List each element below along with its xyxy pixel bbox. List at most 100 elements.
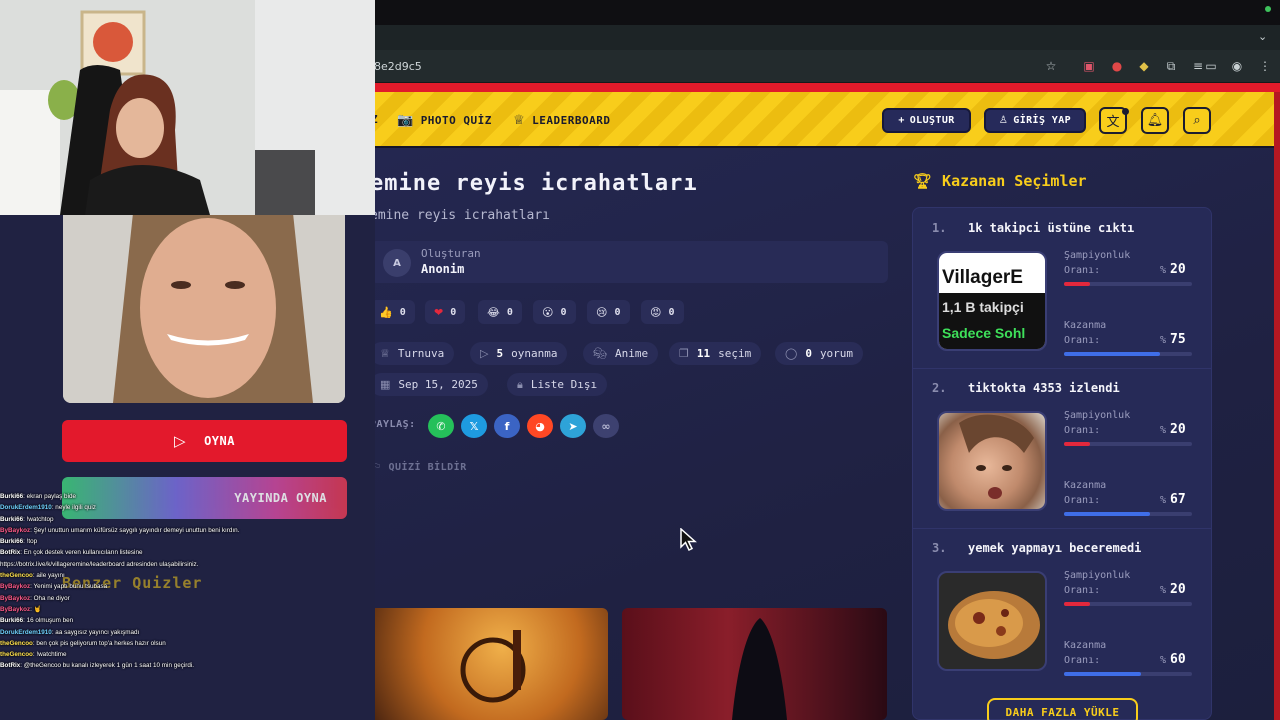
reading-list-icon[interactable]: ▭	[1203, 58, 1219, 74]
reaction-count: 0	[614, 306, 621, 318]
load-more-button[interactable]: DAHA FAZLA YÜKLE	[987, 698, 1138, 720]
tab-search-icon[interactable]: ⌄	[1258, 30, 1267, 43]
extension-icon[interactable]: ◆	[1136, 58, 1152, 74]
play-icon: ▷	[480, 347, 489, 360]
reaction-like-button[interactable]: 👍 0	[370, 300, 415, 324]
quiz-cover-image	[63, 213, 345, 403]
site-header	[375, 92, 1274, 148]
heart-icon: ❤	[434, 305, 444, 319]
chat-message: DorukErdem1910: neyle ilgili quiz	[0, 504, 96, 512]
calendar-icon: ▦	[380, 378, 391, 391]
mask-icon: 🎭︎	[593, 347, 607, 360]
chat-message: Burki66: !top	[0, 538, 38, 546]
visibility-label: Liste Dışı	[530, 378, 598, 391]
creator-name: Anonim	[421, 262, 465, 276]
tag-choices: ❐ 11 seçim	[669, 342, 762, 365]
reaction-sad-button[interactable]: 😢 0	[587, 300, 630, 324]
winner-image[interactable]	[937, 411, 1047, 511]
facebook-share-icon[interactable]: f	[494, 414, 520, 438]
winners-title: Kazanan Seçimler	[942, 172, 1087, 190]
notification-bell-icon[interactable]: 🔔︎	[1141, 107, 1169, 134]
x-share-icon[interactable]: 𝕏	[461, 414, 487, 438]
menu-icon[interactable]: ⋮	[1257, 58, 1273, 74]
telegram-share-icon[interactable]: ➤	[560, 414, 586, 438]
tag-category[interactable]: 🎭︎ Anime	[583, 342, 659, 365]
chat-message: DorukErdem1910: aa saygısız yayıncı yakı…	[0, 628, 140, 636]
nav-photo-quiz[interactable]: 📷 PHOTO QUİZ	[397, 113, 492, 128]
chat-message: ByBaykoz: 🤘	[0, 605, 42, 613]
reaction-love-button[interactable]: ❤ 0	[425, 300, 466, 324]
nav-photo-quiz-label: PHOTO QUİZ	[420, 114, 492, 127]
champ-label: Şampiyonluk Oranı:	[1064, 410, 1131, 436]
category-label: Anime	[614, 347, 649, 360]
camera-icon: 📷	[397, 113, 414, 128]
image-text: Sadece Sohl	[942, 325, 1026, 341]
champ-value: % 20	[1160, 262, 1186, 277]
comments-label: yorum	[819, 347, 854, 360]
face-illustration	[959, 414, 1034, 499]
nav-leaderboard-label: LEADERBOARD	[532, 114, 611, 127]
bookmark-star-icon[interactable]: ☆	[1043, 58, 1059, 74]
win-label: Kazanma Oranı:	[1064, 640, 1107, 666]
extension-icon[interactable]: ▣	[1081, 58, 1097, 74]
search-icon[interactable]: ⌕	[1183, 107, 1211, 134]
top-accent-stripe	[375, 83, 1280, 92]
champ-bar	[1064, 602, 1192, 606]
reaction-count: 0	[560, 306, 567, 318]
play-button-label: OYNA	[204, 434, 235, 448]
divider	[913, 368, 1211, 369]
creator-label: Oluşturan	[421, 247, 481, 260]
win-label: Kazanma Oranı:	[1064, 480, 1107, 506]
create-button[interactable]: + OLUŞTUR	[882, 108, 971, 133]
create-button-label: OLUŞTUR	[909, 115, 955, 126]
chat-message: Burki66: !watchtop	[0, 515, 54, 523]
reaction-wow-button[interactable]: 😮 0	[533, 300, 576, 324]
quiz-title: emine reyis icrahatları	[370, 171, 698, 196]
trophy-icon: ♕	[513, 113, 526, 128]
extension-icon[interactable]: ●	[1109, 58, 1125, 74]
winner-name: yemek yapmayı beceremedi	[968, 541, 1142, 555]
winner-name: 1k takipci üstüne cıktı	[968, 221, 1135, 235]
creator-avatar: A	[383, 249, 411, 277]
tag-comments[interactable]: ◯ 0 yorum	[775, 342, 864, 365]
winner-image[interactable]	[937, 571, 1047, 671]
quiz-subtitle: emine reyis icrahatları	[370, 208, 551, 223]
extensions-puzzle-icon[interactable]: ⧉	[1163, 58, 1179, 74]
url-text[interactable]: 8e2d9c5	[374, 60, 422, 73]
champ-value: % 20	[1160, 422, 1186, 437]
profile-icon[interactable]: ◉	[1229, 58, 1245, 74]
tag-plays: ▷ 5 oynanma	[470, 342, 568, 365]
card-illustration	[460, 630, 526, 703]
win-bar	[1064, 672, 1192, 676]
report-quiz-button[interactable]: ⚐ QUİZİ BİLDİR	[372, 462, 467, 473]
play-button[interactable]: ▷ OYNA	[62, 420, 347, 462]
user-icon: ♙	[998, 115, 1009, 126]
reaction-count: 0	[506, 306, 513, 318]
winner-name: tiktokta 4353 izlendi	[968, 381, 1120, 395]
plus-icon: +	[898, 115, 905, 126]
chat-message: theGencoo: aile yayını	[0, 572, 65, 580]
whatsapp-share-icon[interactable]: ✆	[428, 414, 454, 438]
choices-label: seçim	[718, 347, 752, 360]
win-bar	[1064, 352, 1192, 356]
trophy-icon: ♕	[380, 347, 390, 360]
reaction-laugh-button[interactable]: 😂 0	[478, 300, 522, 324]
chat-message: ByBaykoz: Oha ne diyor	[0, 594, 70, 602]
winners-heading: 🏆︎ Kazanan Seçimler	[913, 172, 1087, 190]
reddit-share-icon[interactable]: ◕	[527, 414, 553, 438]
login-button[interactable]: ♙ GİRİŞ YAP	[984, 108, 1086, 133]
copy-link-icon[interactable]: ∞	[593, 414, 619, 438]
reaction-angry-button[interactable]: 😡 0	[641, 300, 684, 324]
comment-icon: ◯	[785, 347, 798, 360]
plays-label: oynanma	[511, 347, 558, 360]
winner-image[interactable]: VillagerE 1,1 B takipçi Sadece Sohl	[937, 251, 1047, 351]
similar-quiz-card[interactable]	[622, 608, 887, 720]
champ-value: % 20	[1160, 582, 1186, 597]
win-value: % 75	[1160, 332, 1186, 347]
tag-visibility: 🔒︎ Liste Dışı	[507, 373, 608, 396]
chat-message: theGencoo: ben çok pis geliyorum top'a h…	[0, 639, 166, 647]
similar-quiz-card[interactable]	[343, 608, 608, 720]
nav-leaderboard[interactable]: ♕ LEADERBOARD	[513, 113, 611, 128]
champ-label: Şampiyonluk Oranı:	[1064, 570, 1131, 596]
win-value: % 67	[1160, 492, 1186, 507]
